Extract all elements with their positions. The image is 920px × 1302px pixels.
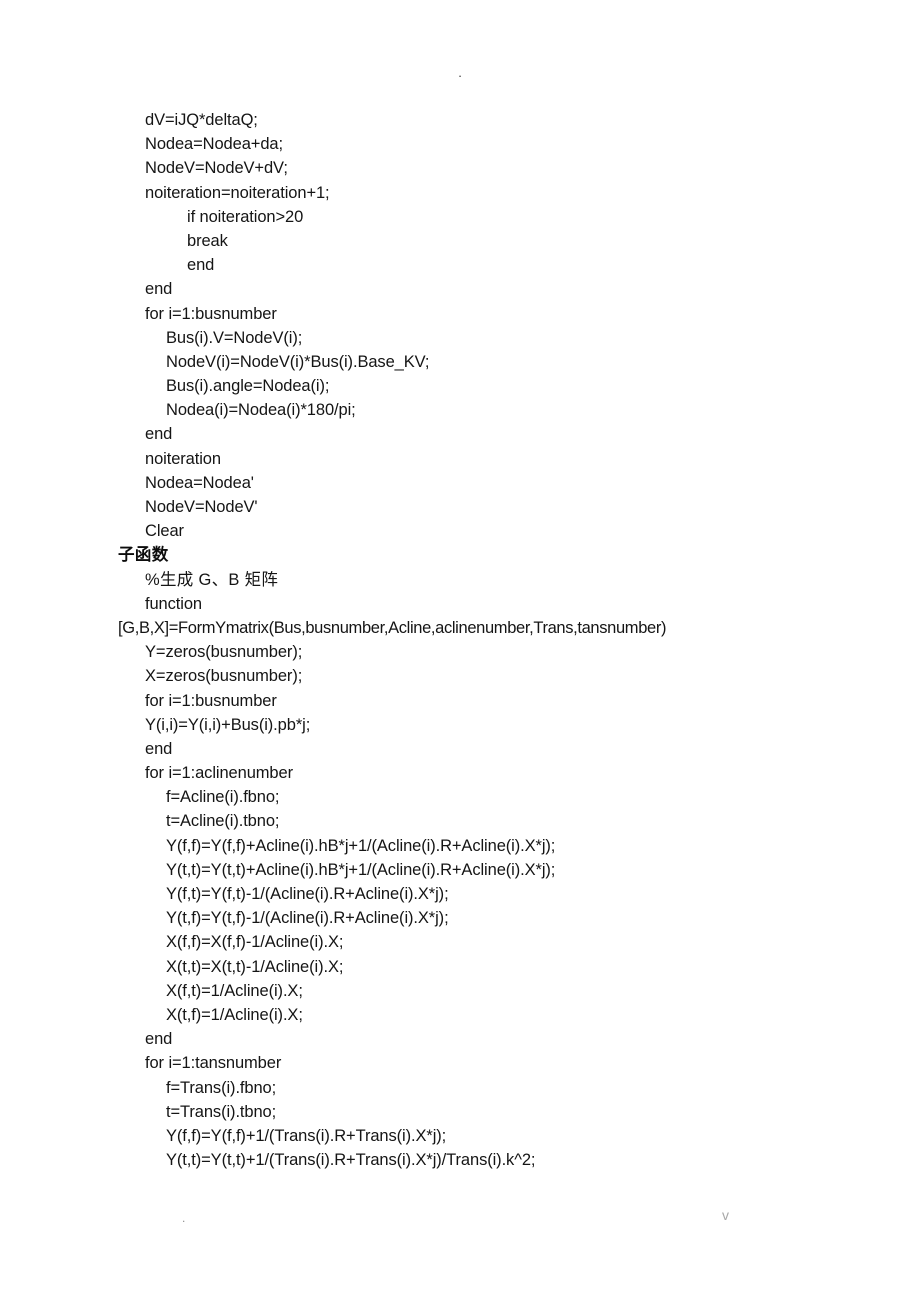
code-line: Bus(i).angle=Nodea(i); [166, 377, 330, 396]
code-line: Y=zeros(busnumber); [145, 643, 303, 662]
code-line: [G,B,X]=FormYmatrix(Bus,busnumber,Acline… [118, 618, 667, 637]
code-line: X(t,t)=X(t,t)-1/Acline(i).X; [166, 957, 344, 976]
code-line: Nodea(i)=Nodea(i)*180/pi; [166, 401, 356, 420]
code-line: X(f,t)=1/Acline(i).X; [166, 981, 303, 1000]
code-line: for i=1:aclinenumber [145, 764, 293, 783]
code-line: NodeV=NodeV' [145, 498, 258, 516]
page-header-mark: . [458, 65, 462, 80]
code-line: t=Acline(i).tbno; [166, 812, 280, 831]
code-line: noiteration=noiteration+1; [145, 183, 330, 202]
code-line: dV=iJQ*deltaQ; [145, 111, 258, 129]
code-line: f=Acline(i).fbno; [166, 788, 280, 807]
code-line: for i=1:tansnumber [145, 1054, 282, 1073]
code-line: end [145, 425, 173, 444]
code-line: Y(f,f)=Y(f,f)+Acline(i).hB*j+1/(Acline(i… [166, 836, 556, 855]
code-line: t=Trans(i).tbno; [166, 1102, 277, 1121]
document-page: . dV=iJQ*deltaQ; Nodea=Nodea+da; NodeV=Nod… [0, 0, 920, 1302]
code-line: Y(f,f)=Y(f,f)+1/(Trans(i).R+Trans(i).X*j… [166, 1126, 447, 1145]
code-line: end [145, 280, 173, 299]
code-line: noiteration [145, 449, 221, 468]
code-line: X=zeros(busnumber); [145, 667, 303, 686]
code-line: for i=1:busnumber [145, 691, 277, 710]
code-line: if noiteration>20 [187, 207, 304, 226]
code-line: Y(t,t)=Y(t,t)+1/(Trans(i).R+Trans(i).X*j… [166, 1151, 536, 1170]
code-line: Y(i,i)=Y(i,i)+Bus(i).pb*j; [145, 715, 311, 734]
code-line: Nodea=Nodea+da; [145, 135, 283, 154]
code-listing: dV=iJQ*deltaQ; Nodea=Nodea+da; NodeV=NodeV… [0, 108, 920, 1172]
page-footer-right-mark: v [722, 1207, 729, 1223]
code-line: Clear [145, 522, 184, 541]
code-line: Bus(i).V=NodeV(i); [166, 328, 303, 347]
code-line: 子函数 [118, 546, 169, 565]
code-line: X(f,f)=X(f,f)-1/Acline(i).X; [166, 933, 344, 952]
code-line: function [145, 594, 202, 613]
code-line: Y(t,f)=Y(t,f)-1/(Acline(i).R+Acline(i).X… [166, 909, 449, 928]
code-line: %生成 G、B 矩阵 [145, 570, 279, 589]
code-line: NodeV(i)=NodeV(i)*Bus(i).Base_KV; [166, 352, 430, 371]
code-line: end [145, 1030, 173, 1049]
code-line: Nodea=Nodea' [145, 473, 254, 492]
code-line: Y(t,t)=Y(t,t)+Acline(i).hB*j+1/(Acline(i… [166, 860, 556, 879]
code-line: for i=1:busnumber [145, 304, 277, 323]
code-line: f=Trans(i).fbno; [166, 1078, 277, 1097]
code-line: end [145, 739, 173, 758]
code-line: end [187, 256, 215, 275]
code-line: X(t,f)=1/Acline(i).X; [166, 1005, 303, 1024]
code-line: NodeV=NodeV+dV; [145, 159, 288, 178]
code-line: Y(f,t)=Y(f,t)-1/(Acline(i).R+Acline(i).X… [166, 885, 449, 903]
page-footer-left-mark: . [182, 1211, 186, 1225]
code-line: break [187, 231, 228, 250]
